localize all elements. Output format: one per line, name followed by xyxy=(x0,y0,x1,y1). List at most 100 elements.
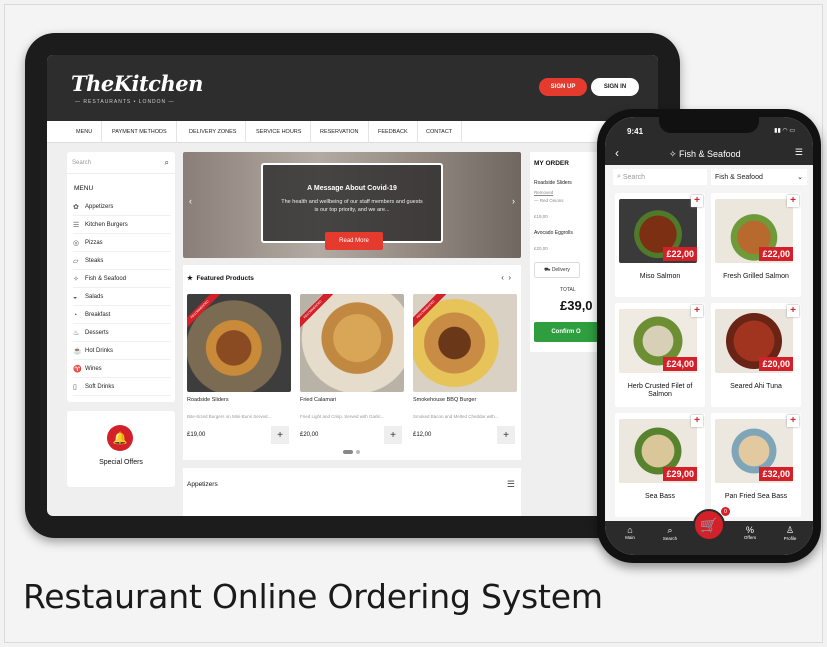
tab-label: Profile xyxy=(783,536,797,541)
food-image: £29,00 xyxy=(619,419,697,483)
add-button[interactable]: + xyxy=(787,195,799,207)
phone-search-input[interactable]: ⌕ Search xyxy=(613,169,707,185)
carousel-arrows[interactable]: ‹ › xyxy=(501,273,511,282)
cart-icon[interactable]: 🛒 xyxy=(693,509,725,541)
menu-item-soft-drinks[interactable]: ▯ Soft Drinks xyxy=(73,379,171,396)
delivery-toggle[interactable]: ⛟ Delivery xyxy=(534,262,580,278)
dessert-icon: ♨ xyxy=(73,330,80,337)
order-total: £39,0 xyxy=(560,298,593,313)
list-view-icon[interactable]: ☰ xyxy=(507,479,515,490)
removed-label: Removed xyxy=(534,190,554,195)
food-image: £22,00 xyxy=(715,199,793,263)
menu-item-hot-drinks[interactable]: ☕ Hot Drinks xyxy=(73,343,171,360)
percent-icon: % xyxy=(745,525,754,535)
add-button[interactable]: + xyxy=(384,426,402,444)
nav-feedback[interactable]: FEEDBACK xyxy=(369,121,418,143)
add-button[interactable]: + xyxy=(787,305,799,317)
caption: Restaurant Online Ordering System xyxy=(23,577,603,616)
product-price: £12,00 xyxy=(413,432,432,438)
product-desc: Bite-Sized Burgers on Mini-Buns Served..… xyxy=(187,414,272,419)
food-image: £20,00 xyxy=(715,309,793,373)
add-button[interactable]: + xyxy=(497,426,515,444)
appetizer-icon: ✿ xyxy=(73,204,79,211)
nav-delivery-zones[interactable]: DELIVERY ZONES xyxy=(180,121,247,143)
food-card[interactable]: £24,00 + Herb Crusted Filet of Salmon xyxy=(615,303,705,407)
menu-item-wines[interactable]: ♈ Wines xyxy=(73,361,171,378)
food-card[interactable]: £20,00 + Seared Ahi Tuna xyxy=(711,303,801,407)
food-name: Seared Ahi Tuna xyxy=(730,383,782,390)
tab-offers[interactable]: % Offers xyxy=(735,521,765,540)
menu-item-steaks[interactable]: ▱ Steaks xyxy=(73,253,171,270)
food-card[interactable]: £22,00 + Fresh Grilled Salmon xyxy=(711,193,801,297)
nav-contact[interactable]: CONTACT xyxy=(417,121,463,143)
menu-sidebar: Search ⌕ MENU ✿ Appetizers ☰ Kitchen Burger… xyxy=(67,152,175,402)
nav-payment-methods[interactable]: PAYMENT METHODS xyxy=(103,121,177,143)
add-button[interactable]: + xyxy=(787,415,799,427)
product-image: RECOMMENDED xyxy=(413,294,517,392)
chevron-left-icon[interactable]: ‹ xyxy=(189,196,192,206)
carousel-dots[interactable] xyxy=(343,450,363,454)
add-button[interactable]: + xyxy=(271,426,289,444)
menu-item-pizzas[interactable]: ◎ Pizzas xyxy=(73,235,171,252)
bell-icon: 🔔 xyxy=(107,425,133,451)
back-arrow-icon[interactable]: ‹ xyxy=(615,146,619,160)
add-button[interactable]: + xyxy=(691,305,703,317)
logo-subtitle: — RESTAURANTS • LONDON — xyxy=(75,99,175,105)
food-card[interactable]: £29,00 + Sea Bass xyxy=(615,413,705,517)
menu-item-salads[interactable]: ◒ Salads xyxy=(73,289,171,306)
home-icon: ⌂ xyxy=(627,525,633,535)
food-name: Miso Salmon xyxy=(639,273,681,280)
search-icon[interactable]: ⌕ xyxy=(165,158,169,168)
appetizers-heading: Appetizers xyxy=(187,481,218,488)
food-price: £24,00 xyxy=(663,357,697,371)
sign-in-button[interactable]: SIGN IN xyxy=(591,78,639,96)
menu-item-burgers[interactable]: ☰ Kitchen Burgers xyxy=(73,217,171,234)
site-logo[interactable]: TheKitchen xyxy=(71,71,203,96)
food-price: £22,00 xyxy=(759,247,793,261)
chevron-down-icon: ⌄ xyxy=(797,174,803,181)
product-card[interactable]: RECOMMENDED Fried Calamari Fried Light a… xyxy=(300,294,404,444)
sign-up-button[interactable]: SIGN UP xyxy=(539,78,587,96)
menu-item-label: Breakfast xyxy=(85,312,111,318)
featured-heading: ★ Featured Products xyxy=(187,275,254,282)
product-card[interactable]: RECOMMENDED Smokehouse BBQ Burger Smoked… xyxy=(413,294,517,444)
tab-search[interactable]: ⌕ Search xyxy=(655,521,685,541)
menu-item-label: Steaks xyxy=(85,258,104,264)
menu-item-label: Desserts xyxy=(85,330,109,336)
removed-item: — Red Onions xyxy=(534,198,564,203)
read-more-button[interactable]: Read More xyxy=(325,232,383,250)
order-item-price: £20,00 xyxy=(534,246,548,251)
add-button[interactable]: + xyxy=(691,415,703,427)
confirm-order-button[interactable]: Confirm O xyxy=(534,322,598,342)
tab-profile[interactable]: ♙ Profile xyxy=(775,521,805,541)
app-title-label: Fish & Seafood xyxy=(679,149,741,159)
hero-title: A Message About Covid-19 xyxy=(307,185,397,192)
food-name: Fresh Grilled Salmon xyxy=(723,273,789,280)
tab-main[interactable]: ⌂ Main xyxy=(615,521,645,540)
order-item: Roadside Sliders xyxy=(534,180,572,186)
list-view-icon[interactable]: ☰ xyxy=(795,147,803,158)
food-image: £32,00 xyxy=(715,419,793,483)
add-button[interactable]: + xyxy=(691,195,703,207)
nav-service-hours[interactable]: SERVICE HOURS xyxy=(247,121,312,143)
signal-battery-icon: ▮▮ ◠ ▭ xyxy=(774,128,795,134)
product-desc: Smoked Bacon and Melted Cheddar with... xyxy=(413,414,499,419)
category-select[interactable]: Fish & Seafood ⌄ xyxy=(711,169,807,185)
food-card[interactable]: £32,00 + Pan Fried Sea Bass xyxy=(711,413,801,517)
menu-item-desserts[interactable]: ♨ Desserts xyxy=(73,325,171,342)
appetizers-section: Appetizers ☰ xyxy=(183,468,521,516)
menu-item-fish-seafood[interactable]: ✧ Fish & Seafood xyxy=(73,271,171,288)
delivery-label: Delivery xyxy=(551,267,570,273)
special-offers-label: Special Offers xyxy=(99,459,143,466)
product-card[interactable]: RECOMMENDED Roadside Sliders Bite-Sized … xyxy=(187,294,291,444)
user-icon: ♙ xyxy=(785,525,795,535)
search-input[interactable]: Search ⌕ xyxy=(67,152,175,174)
nav-menu[interactable]: MENU xyxy=(67,121,103,143)
special-offers-card[interactable]: 🔔 Special Offers xyxy=(67,411,175,487)
food-card[interactable]: £22,00 + Miso Salmon xyxy=(615,193,705,297)
chevron-right-icon[interactable]: › xyxy=(512,196,515,206)
menu-item-appetizers[interactable]: ✿ Appetizers xyxy=(73,199,171,216)
phone-screen: 9:41 ▮▮ ◠ ▭ ‹ ✧ Fish & Seafood ☰ ⌕ Searc… xyxy=(605,117,813,555)
menu-item-breakfast[interactable]: ◔ Breakfast xyxy=(73,307,171,324)
nav-reservation[interactable]: RESERVATION xyxy=(311,121,369,143)
